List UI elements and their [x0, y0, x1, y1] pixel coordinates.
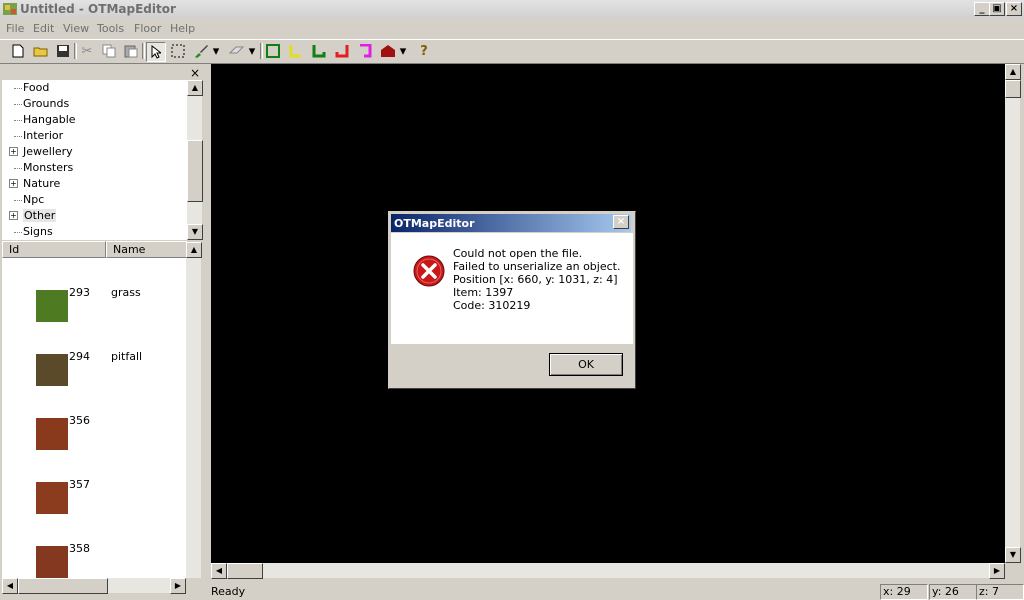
item-thumbnail — [36, 354, 68, 386]
status-bar: Ready x: 29 y: 26 z: 7 — [0, 582, 1024, 600]
scroll-thumb[interactable] — [1005, 80, 1021, 98]
select-rect-icon[interactable] — [169, 42, 187, 60]
status-z: z: 7 — [976, 584, 1024, 600]
error-dialog: OTMapEditor × Could not open the file. F… — [388, 211, 636, 389]
brush-dropdown-icon[interactable]: ▾ — [211, 42, 221, 60]
list-item[interactable]: 357 — [2, 468, 182, 532]
tree-item-npc[interactable]: Npc — [2, 192, 182, 208]
cut-icon[interactable]: ✂ — [78, 42, 96, 60]
tree-item-nature[interactable]: + Nature — [2, 176, 182, 192]
map-vscrollbar[interactable]: ▲ ▼ — [1005, 64, 1021, 563]
error-icon — [413, 255, 445, 290]
message-line: Could not open the file. — [453, 247, 583, 260]
tree-item-hangable[interactable]: Hangable — [2, 112, 182, 128]
open-folder-icon[interactable] — [32, 42, 50, 60]
eraser-icon[interactable] — [228, 42, 246, 60]
app-icon — [2, 1, 18, 17]
tree-item-monsters[interactable]: Monsters — [2, 160, 182, 176]
map-hscrollbar[interactable]: ◀ ▶ — [211, 563, 1005, 579]
border-yellow-icon[interactable] — [287, 42, 305, 60]
minimize-button[interactable]: _ — [974, 2, 990, 16]
item-thumbnail — [36, 290, 68, 322]
tree-item-other[interactable]: + Other — [2, 208, 182, 224]
new-file-icon[interactable] — [9, 42, 27, 60]
list-vscrollbar[interactable]: ▲ — [186, 242, 202, 578]
scroll-down-icon[interactable]: ▼ — [1005, 547, 1021, 563]
status-y: y: 26 — [929, 584, 977, 600]
save-icon[interactable] — [54, 42, 72, 60]
house-icon[interactable] — [379, 42, 397, 60]
tree-item-interior[interactable]: Interior — [2, 128, 182, 144]
dialog-body: Could not open the file. Failed to unser… — [391, 233, 633, 344]
menu-file[interactable]: File — [6, 22, 24, 35]
tree-scrollbar[interactable]: ▲ ▼ — [187, 80, 203, 240]
column-id[interactable]: Id — [2, 241, 106, 258]
close-window-button[interactable]: × — [1006, 2, 1022, 16]
border-magenta-icon[interactable] — [356, 42, 374, 60]
expand-icon[interactable]: + — [9, 147, 18, 156]
dialog-title-bar: OTMapEditor × — [391, 214, 631, 232]
scroll-down-icon[interactable]: ▼ — [187, 224, 203, 240]
menu-help[interactable]: Help — [170, 22, 195, 35]
border-green-icon[interactable] — [264, 42, 282, 60]
status-text: Ready — [211, 585, 246, 598]
tree-item-jewellery[interactable]: + Jewellery — [2, 144, 182, 160]
scroll-right-icon[interactable]: ▶ — [989, 563, 1005, 579]
tree-item-signs[interactable]: Signs — [2, 224, 182, 240]
panel-close-icon[interactable]: × — [190, 66, 200, 80]
item-list-header: Id Name — [2, 241, 188, 258]
item-list: 293 grass 294 pitfall 356 357 358 — [2, 258, 186, 578]
list-item[interactable]: 294 pitfall — [2, 340, 182, 404]
eraser-dropdown-icon[interactable]: ▾ — [247, 42, 257, 60]
message-line: Position [x: 660, y: 1031, z: 4] — [453, 273, 618, 286]
message-line: Code: 310219 — [453, 299, 531, 312]
scroll-up-icon[interactable]: ▲ — [1005, 64, 1021, 80]
list-item[interactable]: 358 — [2, 532, 182, 578]
title-bar: Untitled - OTMapEditor _ ▣ × — [0, 0, 1024, 18]
scroll-thumb[interactable] — [227, 563, 263, 579]
menu-tools[interactable]: Tools — [97, 22, 124, 35]
column-name[interactable]: Name — [106, 241, 188, 258]
category-tree: Food Grounds Hangable Interior + Jeweller… — [2, 80, 188, 240]
window-title: Untitled - OTMapEditor — [20, 2, 176, 16]
brush-icon[interactable] — [192, 42, 210, 60]
tree-item-grounds[interactable]: Grounds — [2, 96, 182, 112]
menu-floor[interactable]: Floor — [134, 22, 161, 35]
expand-icon[interactable]: + — [9, 179, 18, 188]
item-thumbnail — [36, 546, 68, 578]
tree-item-food[interactable]: Food — [2, 80, 182, 96]
expand-icon[interactable]: + — [9, 211, 18, 220]
message-line: Item: 1397 — [453, 286, 514, 299]
restore-button[interactable]: ▣ — [989, 2, 1005, 16]
scroll-left-icon[interactable]: ◀ — [211, 563, 227, 579]
help-icon[interactable]: ? — [415, 42, 433, 60]
scroll-up-icon[interactable]: ▲ — [186, 242, 202, 258]
item-thumbnail — [36, 418, 68, 450]
pointer-icon[interactable] — [146, 42, 166, 62]
list-item[interactable]: 293 grass — [2, 276, 182, 340]
menu-bar: File Edit View Tools Floor Help — [0, 19, 1024, 38]
status-x: x: 29 — [880, 584, 928, 600]
dialog-close-button[interactable]: × — [613, 215, 629, 229]
ok-button[interactable]: OK — [549, 353, 623, 376]
item-thumbnail — [36, 482, 68, 514]
house-dropdown-icon[interactable]: ▾ — [398, 42, 408, 60]
scroll-up-icon[interactable]: ▲ — [187, 80, 203, 96]
copy-icon[interactable] — [100, 42, 118, 60]
paste-icon[interactable] — [122, 42, 140, 60]
border-red-icon[interactable] — [333, 42, 351, 60]
menu-view[interactable]: View — [63, 22, 89, 35]
border-green2-icon[interactable] — [310, 42, 328, 60]
menu-edit[interactable]: Edit — [33, 22, 54, 35]
scroll-thumb[interactable] — [187, 140, 203, 202]
toolbar: ✂ ▾ ▾ ▾ ? — [0, 39, 1024, 64]
message-line: Failed to unserialize an object. — [453, 260, 621, 273]
dialog-title: OTMapEditor — [394, 217, 475, 230]
list-item[interactable]: 356 — [2, 404, 182, 468]
